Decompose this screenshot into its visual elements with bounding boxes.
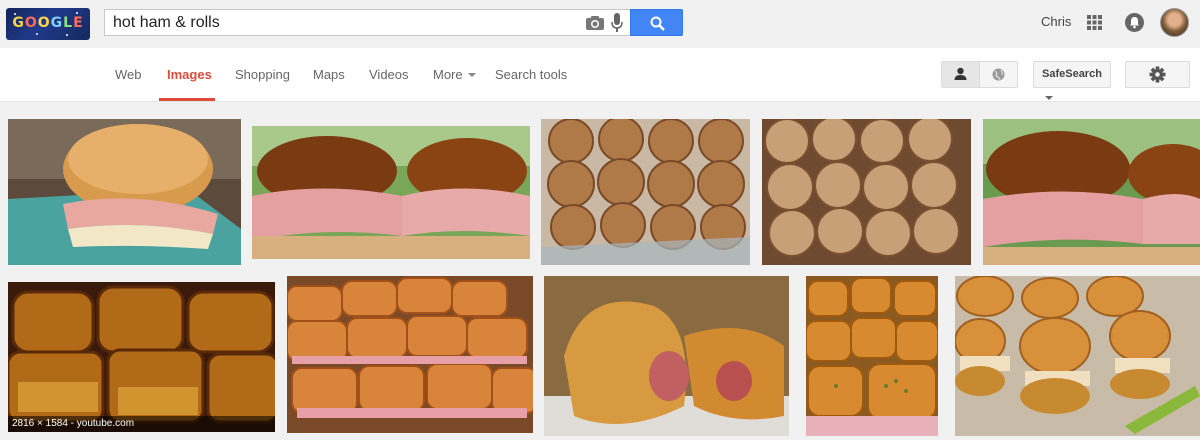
chevron-down-icon: [1045, 96, 1053, 100]
search-box: [104, 9, 630, 36]
image-thumbnail: [541, 119, 750, 265]
image-result[interactable]: [544, 276, 789, 436]
image-thumbnail: [252, 126, 530, 259]
image-thumbnail: [762, 119, 971, 265]
tab-more-label: More: [433, 67, 463, 82]
image-result[interactable]: [287, 276, 533, 433]
active-tab-indicator: [159, 98, 215, 101]
microphone-icon[interactable]: [611, 13, 623, 33]
avatar[interactable]: [1160, 8, 1189, 37]
tab-shopping[interactable]: Shopping: [235, 67, 290, 82]
tab-more[interactable]: More: [433, 67, 476, 82]
logo-text: GOOGLE: [12, 15, 84, 31]
image-result[interactable]: [806, 276, 938, 436]
image-thumbnail: [983, 119, 1200, 265]
image-hover-caption: 2816 × 1584 - youtube.com: [8, 416, 275, 432]
google-doodle-logo[interactable]: GOOGLE: [6, 8, 90, 40]
image-result[interactable]: [541, 119, 750, 265]
search-icon: [650, 16, 665, 31]
chevron-down-icon: [467, 73, 476, 77]
image-result[interactable]: [983, 119, 1200, 265]
notifications-bell-icon[interactable]: [1125, 13, 1144, 32]
tab-web[interactable]: Web: [115, 67, 142, 82]
tab-images[interactable]: Images: [167, 67, 212, 82]
logo-star: [66, 34, 68, 36]
image-thumbnail: [8, 119, 241, 265]
top-bar: GOOGLE Chris: [0, 0, 1200, 48]
image-thumbnail: [806, 276, 938, 436]
tab-videos[interactable]: Videos: [369, 67, 409, 82]
logo-star: [76, 12, 78, 14]
search-button[interactable]: [630, 9, 683, 36]
safesearch-dropdown[interactable]: SafeSearch: [1033, 61, 1111, 100]
safesearch-label: SafeSearch: [1042, 68, 1102, 80]
settings-button[interactable]: [1125, 61, 1190, 88]
image-thumbnail: [8, 282, 275, 432]
user-name[interactable]: Chris: [1041, 14, 1071, 29]
image-result[interactable]: 2816 × 1584 - youtube.com: [8, 282, 275, 432]
personal-results-button[interactable]: [941, 61, 980, 88]
search-input[interactable]: [113, 12, 573, 34]
image-thumbnail: [287, 276, 533, 433]
global-results-button[interactable]: [979, 61, 1018, 88]
image-result[interactable]: [762, 119, 971, 265]
image-result[interactable]: [252, 126, 530, 259]
search-tools-button[interactable]: Search tools: [495, 67, 567, 82]
image-result[interactable]: [8, 119, 241, 265]
image-result[interactable]: [955, 276, 1200, 436]
image-thumbnail: [544, 276, 789, 436]
gear-icon: [1149, 66, 1166, 83]
camera-icon[interactable]: [585, 15, 605, 31]
logo-star: [36, 33, 38, 35]
apps-grid-icon[interactable]: [1087, 15, 1102, 30]
globe-icon: [992, 68, 1005, 81]
search-nav-bar: Web Images Shopping Maps Videos More Sea…: [0, 48, 1200, 102]
image-thumbnail: [955, 276, 1200, 436]
person-icon: [954, 67, 967, 80]
tab-maps[interactable]: Maps: [313, 67, 345, 82]
